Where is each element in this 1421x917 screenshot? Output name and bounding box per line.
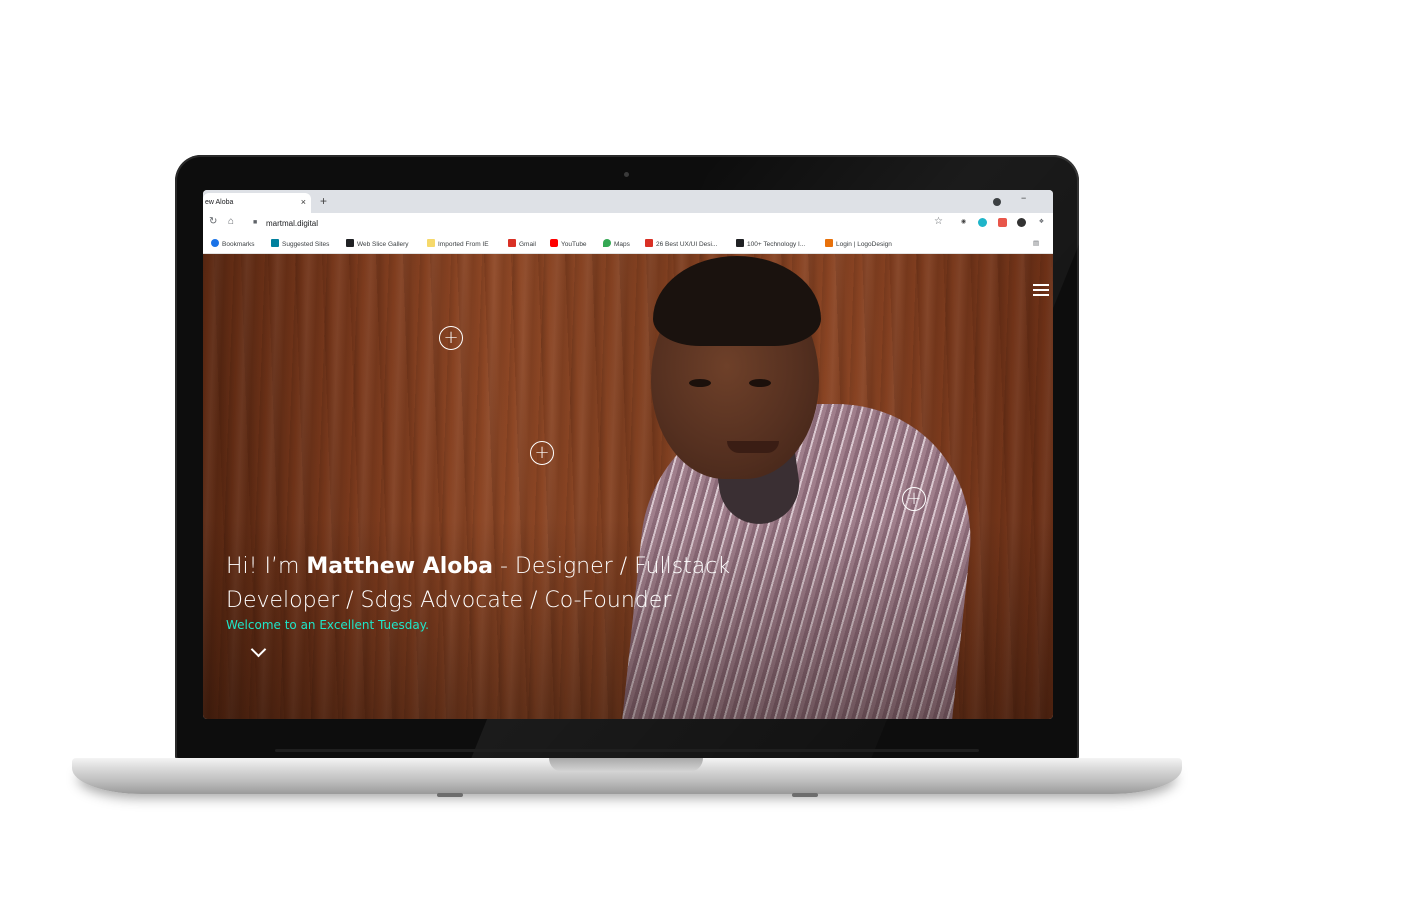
bookmark-item[interactable]: YouTube <box>550 239 587 248</box>
tab-title: ew Aloba <box>205 199 234 206</box>
web-slice-icon <box>346 239 354 247</box>
minimize-button[interactable]: − <box>1021 193 1026 203</box>
profile-icon[interactable] <box>993 198 1001 206</box>
hero-section: + + + Hi! I’m Matthew Aloba - Designer /… <box>203 254 1053 719</box>
mail-icon <box>645 239 653 247</box>
bookmark-item[interactable]: Bookmarks <box>211 239 255 248</box>
browser-tabstrip: ew Aloba × + − <box>203 190 1053 213</box>
portrait-eye-left <box>689 379 711 387</box>
youtube-icon <box>550 239 558 247</box>
bookmark-item[interactable]: Gmail <box>508 239 536 248</box>
gmail-icon <box>508 239 516 247</box>
puzzle-icon[interactable]: ❖ <box>1037 218 1046 227</box>
star-icon <box>211 239 219 247</box>
extension-icon-4[interactable] <box>1017 218 1026 227</box>
address-bar[interactable]: ■ martmal.digital <box>248 216 953 231</box>
home-icon[interactable]: ⌂ <box>228 216 234 227</box>
welcome-message: Welcome to an Excellent Tuesday. <box>226 618 429 632</box>
lid-bezel-strip <box>275 749 979 752</box>
extension-icon-3[interactable] <box>998 218 1007 227</box>
browser-toolbar: ↻ ⌂ ■ martmal.digital ☆ ◉ ❖ <box>203 213 1053 233</box>
folder-icon <box>427 239 435 247</box>
bookmark-item[interactable]: Imported From IE <box>427 239 489 248</box>
bookmark-item[interactable]: Web Slice Gallery <box>346 239 409 248</box>
plus-hotspot-icon[interactable]: + <box>902 487 926 511</box>
plus-hotspot-icon[interactable]: + <box>530 441 554 465</box>
laptop-foot-right <box>792 793 818 797</box>
hero-intro: Hi! I’m Matthew Aloba - Designer / Fulls… <box>226 550 786 618</box>
url-text: martmal.digital <box>266 219 319 228</box>
portrait-hair <box>653 256 821 346</box>
base-notch <box>549 758 703 772</box>
intro-prefix: Hi! I’m <box>226 554 307 579</box>
tech-icon <box>736 239 744 247</box>
webcam <box>624 172 629 177</box>
plus-hotspot-icon[interactable]: + <box>439 326 463 350</box>
stage: ew Aloba × + − ↻ ⌂ ■ martmal.digital ☆ ◉… <box>0 0 1421 917</box>
laptop-base <box>72 758 1182 797</box>
extension-icon-2[interactable] <box>978 218 987 227</box>
tab-close-icon[interactable]: × <box>301 197 306 207</box>
intro-name: Matthew Aloba <box>306 554 493 579</box>
laptop-screen: ew Aloba × + − ↻ ⌂ ■ martmal.digital ☆ ◉… <box>203 190 1053 719</box>
new-tab-icon[interactable]: + <box>320 194 327 208</box>
portrait-photo <box>620 254 1003 719</box>
lock-icon: ■ <box>253 219 258 226</box>
bing-icon <box>271 239 279 247</box>
extension-icon-1[interactable]: ◉ <box>959 218 968 227</box>
logodesign-icon <box>825 239 833 247</box>
browser-tab[interactable]: ew Aloba × <box>203 193 311 213</box>
intro-roles-line2: Developer / Sdgs Advocate / Co-Founder <box>226 588 672 613</box>
portrait-mouth <box>727 441 779 453</box>
bookmark-item[interactable]: Suggested Sites <box>271 239 329 248</box>
bookmark-item[interactable]: 100+ Technology I... <box>736 239 805 248</box>
bookmark-item[interactable]: Maps <box>603 239 630 248</box>
bookmark-item[interactable]: 26 Best UX/UI Desi... <box>645 239 717 248</box>
chevron-down-icon[interactable] <box>250 641 267 658</box>
bookmarks-bar: Bookmarks Suggested Sites Web Slice Gall… <box>203 233 1053 254</box>
portrait-eye-right <box>749 379 771 387</box>
intro-roles-line1: - Designer / Fullstack <box>493 554 731 579</box>
bookmark-item[interactable]: Login | LogoDesign <box>825 239 892 248</box>
laptop-foot-left <box>437 793 463 797</box>
reload-icon[interactable]: ↻ <box>209 216 217 227</box>
hamburger-menu-icon[interactable] <box>1033 284 1049 297</box>
bookmark-star-icon[interactable]: ☆ <box>934 216 943 227</box>
maps-icon <box>603 239 611 247</box>
reading-list-icon[interactable]: ▤ <box>1033 239 1039 247</box>
